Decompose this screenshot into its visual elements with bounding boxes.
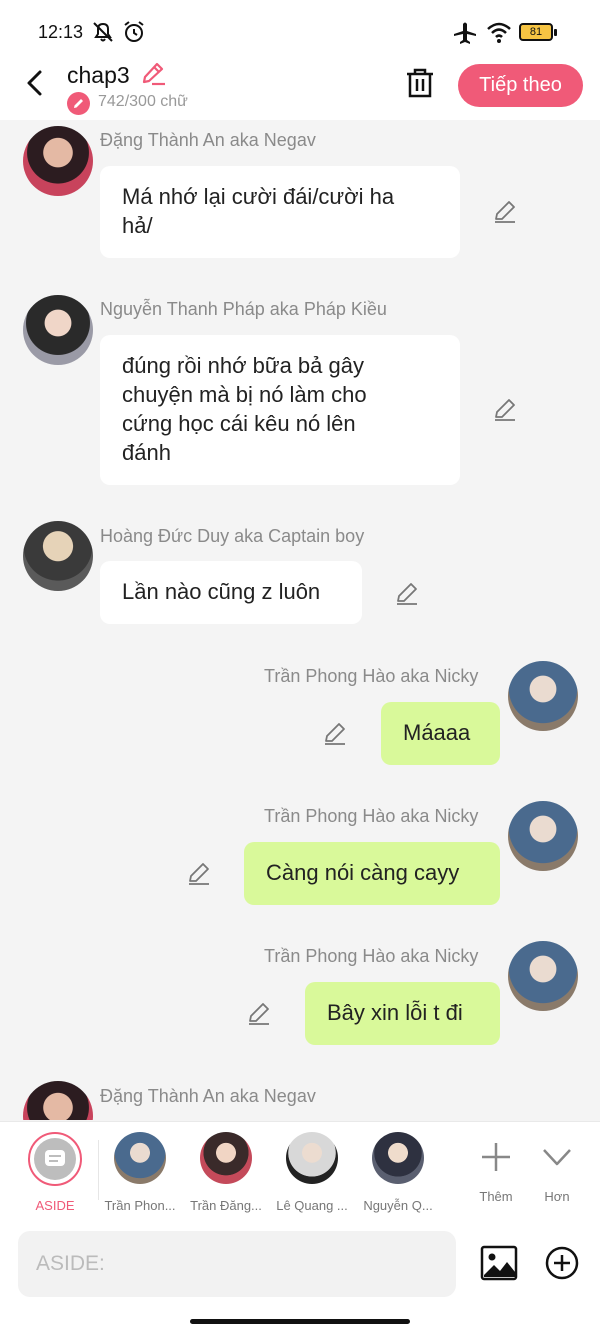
chevron-down-icon [543,1149,571,1166]
plus-icon [482,1143,510,1171]
character-item[interactable]: Lê Quang ... [272,1132,352,1213]
message-bubble[interactable]: Lần nào cũng z luôn [100,561,362,624]
image-picker-button[interactable] [480,1245,518,1281]
aside-button[interactable] [28,1132,82,1186]
sender-name: Đặng Thành An aka Negav [100,1086,316,1106]
next-button[interactable]: Tiếp theo [458,64,583,107]
message-line: Máaaa [403,720,471,745]
divider [98,1140,99,1200]
battery-tip [554,29,557,36]
edit-message-icon[interactable] [186,860,212,886]
status-time: 12:13 [38,22,84,42]
message-line: Bây xin lỗi t đi [327,1000,463,1025]
add-button[interactable] [544,1245,580,1281]
character-name: Lê Quang ... [276,1198,348,1213]
status-bar: 12:13 81 [0,0,600,56]
sender-name: Trần Phong Hào aka Nicky [264,946,479,966]
collapse-button[interactable]: Hơn [517,1132,597,1204]
back-button[interactable] [20,68,50,98]
editor-header: chap3 742/300 chữ Tiếp theo [0,56,600,120]
message-line: Má nhớ lại cười đái/cười ha [122,184,395,209]
avatar [372,1132,424,1184]
battery-icon: 81 [519,23,553,41]
message-bubble[interactable]: Càng nói càng cayy [244,842,500,905]
message-bubble[interactable]: Bây xin lỗi t đi [305,982,500,1045]
avatar [114,1132,166,1184]
home-indicator [190,1319,410,1324]
message-bubble[interactable]: Má nhớ lại cười đái/cười ha hả/ [100,166,460,258]
sender-name: Đặng Thành An aka Negav [100,130,316,150]
sender-name: Trần Phong Hào aka Nicky [264,806,479,826]
wifi-icon [487,22,511,43]
character-item[interactable]: Trần Đăng... [186,1132,266,1213]
message-list[interactable]: Đặng Thành An aka Negav Má nhớ lại cười … [0,120,600,1120]
edit-message-icon[interactable] [492,198,518,224]
edit-message-icon[interactable] [246,1000,272,1026]
edit-message-icon[interactable] [394,580,420,606]
chapter-title: chap3 [67,62,130,88]
edit-title-icon[interactable] [140,60,166,86]
sender-name: Trần Phong Hào aka Nicky [264,666,479,686]
character-name: Nguyễn Q... [363,1198,433,1213]
avatar[interactable] [23,521,93,591]
character-name: Trần Phon... [104,1198,176,1213]
message-line: đánh [122,440,171,465]
avatar[interactable] [23,126,93,196]
character-item[interactable]: Trần Phon... [100,1132,180,1213]
pencil-badge-icon [67,92,90,115]
message-line: Càng nói càng cayy [266,860,460,885]
airplane-icon [454,22,476,44]
collapse-label: Hơn [544,1189,570,1204]
battery-level: 81 [529,26,543,38]
bell-muted-icon [93,22,113,42]
avatar [200,1132,252,1184]
avatar[interactable] [23,295,93,365]
word-count: 742/300 chữ [98,93,188,110]
message-bubble[interactable]: Máaaa [381,702,500,765]
aside-selector[interactable]: ASIDE [15,1132,95,1213]
sender-name: Hoàng Đức Duy aka Captain boy [100,526,365,546]
aside-label: ASIDE [35,1198,75,1213]
alarm-icon [124,21,144,42]
message-line: chuyện mà bị nó làm cho [122,382,367,407]
delete-button[interactable] [404,66,436,100]
character-item[interactable]: Nguyễn Q... [358,1132,438,1213]
message-line: hả/ [122,213,153,238]
character-name: Trần Đăng... [190,1198,262,1213]
message-line: cứng học cái kêu nó lên [122,411,356,436]
avatar[interactable] [23,1081,93,1120]
avatar [286,1132,338,1184]
character-bar: ASIDE Trần Phon... Trần Đăng... Lê Quang… [0,1121,600,1219]
message-bubble[interactable]: đúng rồi nhớ bữa bả gây chuyện mà bị nó … [100,335,460,485]
edit-message-icon[interactable] [492,396,518,422]
avatar[interactable] [508,661,578,731]
message-input[interactable] [18,1231,456,1297]
chat-bubble-icon [45,1150,65,1166]
edit-message-icon[interactable] [322,720,348,746]
composer [0,1219,600,1333]
avatar[interactable] [508,941,578,1011]
message-line: đúng rồi nhớ bữa bả gây [122,353,364,378]
sender-name: Nguyễn Thanh Pháp aka Pháp Kiều [100,299,387,319]
avatar[interactable] [508,801,578,871]
message-line: Lần nào cũng z luôn [122,579,321,604]
